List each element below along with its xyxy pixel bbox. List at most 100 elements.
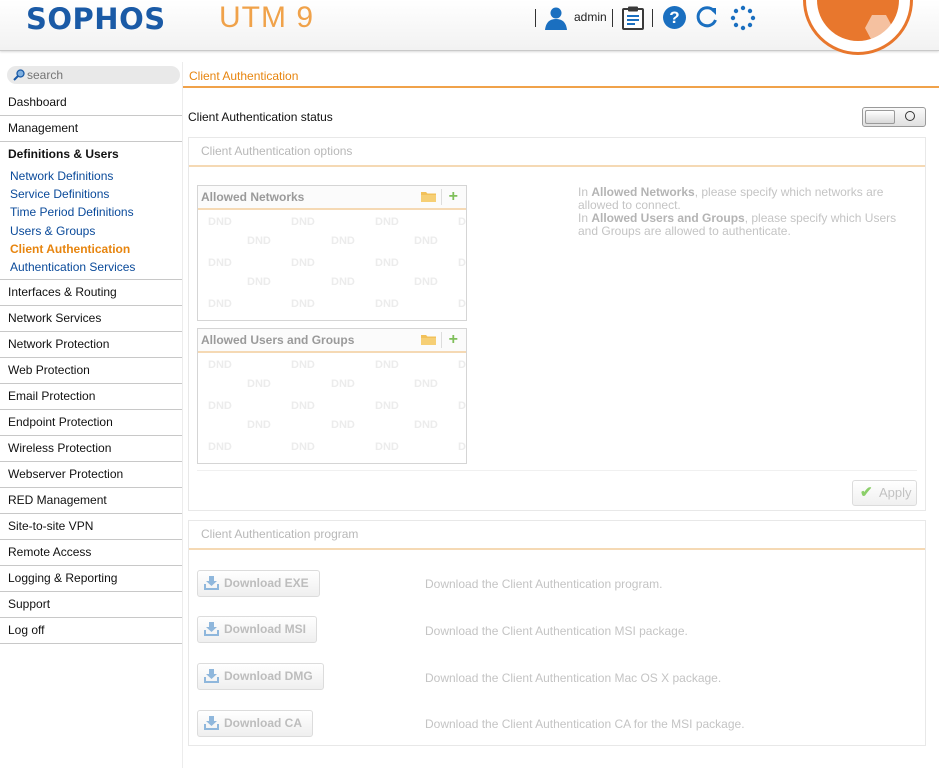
download-icon [204, 716, 219, 730]
sub-item-users-groups[interactable]: Users & Groups [0, 222, 182, 240]
dnd-watermark: DND [458, 216, 466, 228]
nav-item-wireless-protection[interactable]: Wireless Protection [0, 436, 182, 463]
folder-icon[interactable] [421, 334, 436, 345]
clipboard-icon[interactable] [622, 6, 644, 30]
download-exe-description: Download the Client Authentication progr… [425, 577, 663, 591]
dnd-watermark: DND [458, 441, 466, 453]
sub-item-service-definitions[interactable]: Service Definitions [0, 185, 182, 203]
dnd-watermark: DND [208, 216, 232, 228]
dnd-watermark: DND [375, 298, 399, 310]
allowed-networks-title: Allowed Networks [201, 190, 305, 204]
options-section: Client Authentication options Allowed Ne… [188, 137, 926, 511]
allowed-networks-panel: Allowed Networks + DND DND DND DND DND D… [197, 185, 467, 321]
reload-icon[interactable] [694, 5, 719, 30]
nav-item-dashboard[interactable]: Dashboard [0, 90, 182, 116]
nav-item-logging-reporting[interactable]: Logging & Reporting [0, 566, 182, 593]
dnd-watermark: DND [291, 359, 315, 371]
status-toggle[interactable] [862, 107, 926, 127]
nav-item-management[interactable]: Management [0, 116, 182, 142]
dnd-watermark: DND [331, 419, 355, 431]
nav-item-support[interactable]: Support [0, 592, 182, 619]
download-msi-button[interactable]: Download MSI [197, 616, 317, 643]
download-icon [204, 576, 219, 590]
dnd-watermark: DND [291, 257, 315, 269]
dnd-watermark: DND [208, 400, 232, 412]
sub-item-client-authentication[interactable]: Client Authentication [0, 240, 182, 258]
sub-item-network-definitions[interactable]: Network Definitions [0, 167, 182, 185]
apply-button[interactable]: ✔ Apply [852, 480, 917, 506]
options-help-text: In Allowed Networks, please specify whic… [578, 186, 918, 238]
program-section-title: Client Authentication program [189, 521, 925, 550]
nav-item-remote-access[interactable]: Remote Access [0, 540, 182, 567]
program-section: Client Authentication program Download E… [188, 520, 926, 746]
top-header: SOPHOS UTM 9 admin ? [0, 0, 939, 55]
networks-drop-area[interactable]: DND DND DND DND DND DND DND DND DND DND … [198, 210, 466, 320]
dnd-watermark: DND [208, 257, 232, 269]
download-ca-button[interactable]: Download CA [197, 710, 313, 737]
dnd-watermark: DND [375, 216, 399, 228]
hexagon-icon [865, 15, 893, 41]
nav-item-network-protection[interactable]: Network Protection [0, 332, 182, 359]
dnd-watermark: DND [375, 441, 399, 453]
user-icon[interactable] [544, 6, 568, 30]
users-groups-drop-area[interactable]: DND DND DND DND DND DND DND DND DND DND … [198, 353, 466, 463]
dnd-watermark: DND [458, 257, 466, 269]
dnd-watermark: DND [291, 298, 315, 310]
add-network-icon[interactable]: + [449, 187, 458, 207]
sub-item-time-period-definitions[interactable]: Time Period Definitions [0, 203, 182, 221]
download-ca-description: Download the Client Authentication CA fo… [425, 717, 745, 731]
header-divider [535, 9, 536, 27]
download-msi-description: Download the Client Authentication MSI p… [425, 624, 688, 638]
dnd-watermark: DND [247, 276, 271, 288]
options-section-title: Client Authentication options [189, 138, 925, 167]
toggle-knob [865, 110, 895, 124]
nav-item-site-to-site-vpn[interactable]: Site-to-site VPN [0, 514, 182, 541]
search-box[interactable] [7, 66, 180, 84]
dnd-watermark: DND [247, 235, 271, 247]
help-text-bold: Allowed Users and Groups [591, 211, 745, 225]
apply-divider [197, 470, 917, 471]
download-ca-label: Download CA [224, 716, 302, 730]
nav-item-red-management[interactable]: RED Management [0, 488, 182, 515]
dnd-watermark: DND [247, 378, 271, 390]
download-dmg-description: Download the Client Authentication Mac O… [425, 671, 722, 685]
folder-icon[interactable] [421, 191, 436, 202]
dnd-watermark: DND [414, 378, 438, 390]
dnd-watermark: DND [208, 298, 232, 310]
nav-item-email-protection[interactable]: Email Protection [0, 384, 182, 411]
download-dmg-button[interactable]: Download DMG [197, 663, 324, 690]
nav-item-network-services[interactable]: Network Services [0, 306, 182, 333]
status-label: Client Authentication status [188, 110, 333, 124]
dnd-watermark: DND [331, 378, 355, 390]
allowed-users-groups-panel: Allowed Users and Groups + DND DND DND D… [197, 328, 467, 464]
allowed-users-groups-title: Allowed Users and Groups [201, 333, 355, 347]
nav-item-endpoint-protection[interactable]: Endpoint Protection [0, 410, 182, 437]
add-user-group-icon[interactable]: + [449, 330, 458, 350]
sub-item-authentication-services[interactable]: Authentication Services [0, 258, 182, 276]
panel-header-divider [441, 189, 442, 205]
dnd-watermark: DND [331, 276, 355, 288]
dnd-watermark: DND [291, 400, 315, 412]
dnd-watermark: DND [414, 276, 438, 288]
allowed-networks-header: Allowed Networks + [198, 186, 466, 210]
nav-item-definitions-users[interactable]: Definitions & Users [0, 142, 182, 167]
spinner-icon [730, 5, 756, 31]
help-text-part: In [578, 185, 592, 199]
help-text-bold: Allowed Networks [591, 185, 695, 199]
help-text-part: In [578, 211, 592, 225]
search-input[interactable] [27, 67, 167, 83]
download-exe-button[interactable]: Download EXE [197, 570, 320, 597]
tab-client-authentication[interactable]: Client Authentication [189, 69, 298, 83]
download-exe-label: Download EXE [224, 576, 309, 590]
dnd-watermark: DND [291, 441, 315, 453]
dnd-watermark: DND [291, 216, 315, 228]
nav-item-webserver-protection[interactable]: Webserver Protection [0, 462, 182, 489]
help-icon[interactable]: ? [663, 6, 686, 29]
nav-item-log-off[interactable]: Log off [0, 618, 182, 645]
dnd-watermark: DND [247, 419, 271, 431]
nav-item-interfaces-routing[interactable]: Interfaces & Routing [0, 280, 182, 307]
download-dmg-label: Download DMG [224, 669, 313, 683]
user-name[interactable]: admin [574, 10, 607, 24]
nav-item-web-protection[interactable]: Web Protection [0, 358, 182, 385]
download-msi-label: Download MSI [224, 622, 306, 636]
